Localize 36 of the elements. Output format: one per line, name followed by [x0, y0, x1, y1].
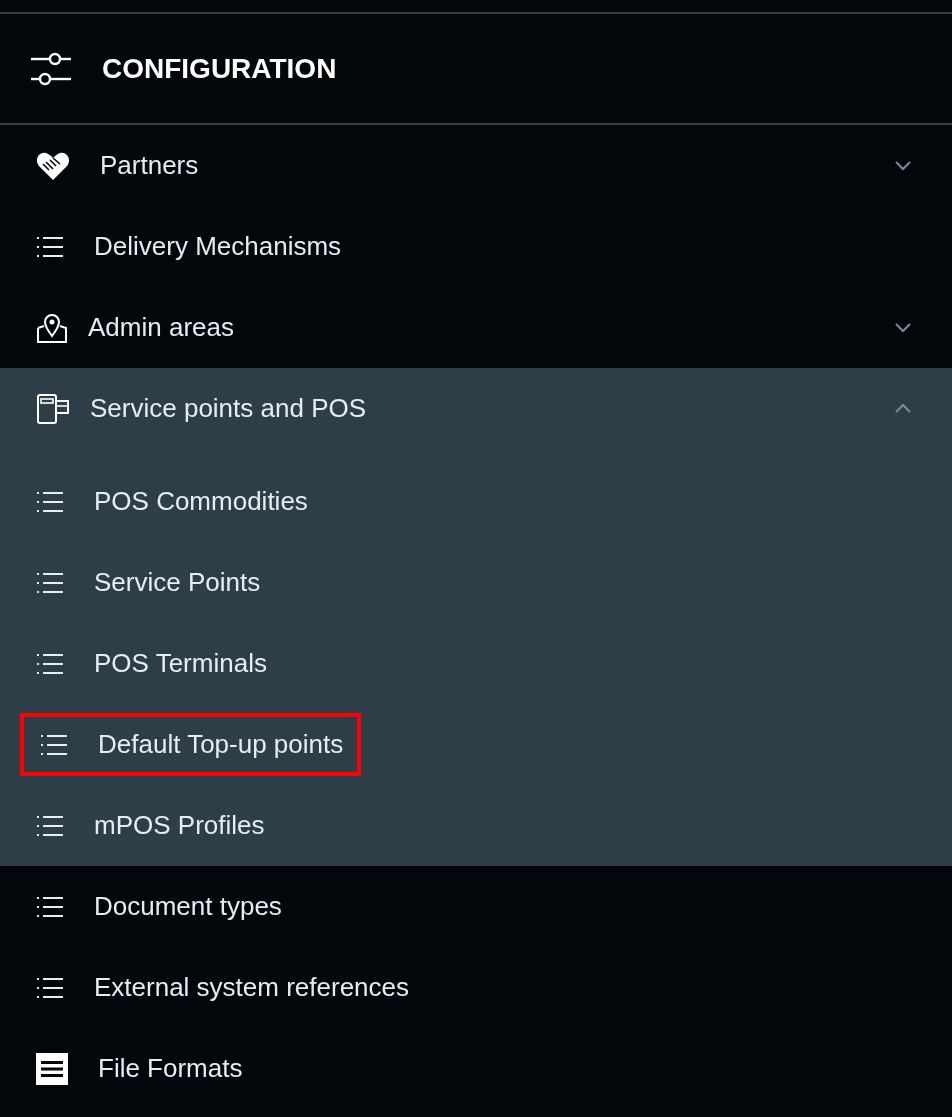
menu-label: POS Terminals [94, 647, 267, 680]
terminal-icon [36, 392, 70, 425]
list-icon [36, 813, 64, 838]
list-icon [40, 732, 68, 757]
menu-item[interactable]: POS Terminals [0, 623, 952, 704]
menu-item[interactable]: Admin areas [0, 287, 952, 368]
menu-label: File Formats [98, 1052, 243, 1085]
list-icon [36, 975, 64, 1000]
menu-label: Default Top-up points [98, 728, 344, 761]
menu-label: Delivery Mechanisms [94, 230, 342, 263]
menu-label: mPOS Profiles [94, 809, 265, 842]
list-icon [36, 651, 64, 676]
section-title: CONFIGURATION [102, 51, 337, 86]
menu-label: Admin areas [88, 311, 234, 344]
menu-label: Service points and POS [90, 392, 367, 425]
list-icon [36, 234, 64, 259]
menu-label: External system references [94, 971, 409, 1004]
menu-item[interactable]: POS Commodities [0, 461, 952, 542]
document-icon [36, 1052, 68, 1085]
menu-label: Document types [94, 890, 282, 923]
menu-label: Service Points [94, 566, 261, 599]
list-icon [36, 489, 64, 514]
map-pin-icon [36, 311, 68, 344]
menu-item[interactable]: Partners [0, 125, 952, 206]
menu-item[interactable]: Default Top-up points [0, 704, 952, 785]
menu-item[interactable]: Delivery Mechanisms [0, 206, 952, 287]
list-icon [36, 570, 64, 595]
list-icon [36, 894, 64, 919]
menu-item[interactable]: External system references [0, 947, 952, 1028]
menu-item[interactable]: Service Points [0, 542, 952, 623]
menu-item[interactable]: File Formats [0, 1028, 952, 1109]
menu-item[interactable]: Document types [0, 866, 952, 947]
menu-item[interactable]: Service points and POS [0, 368, 952, 449]
menu-label: POS Commodities [94, 485, 308, 518]
menu-label: Partners [100, 149, 199, 182]
menu-item[interactable]: mPOS Profiles [0, 785, 952, 866]
